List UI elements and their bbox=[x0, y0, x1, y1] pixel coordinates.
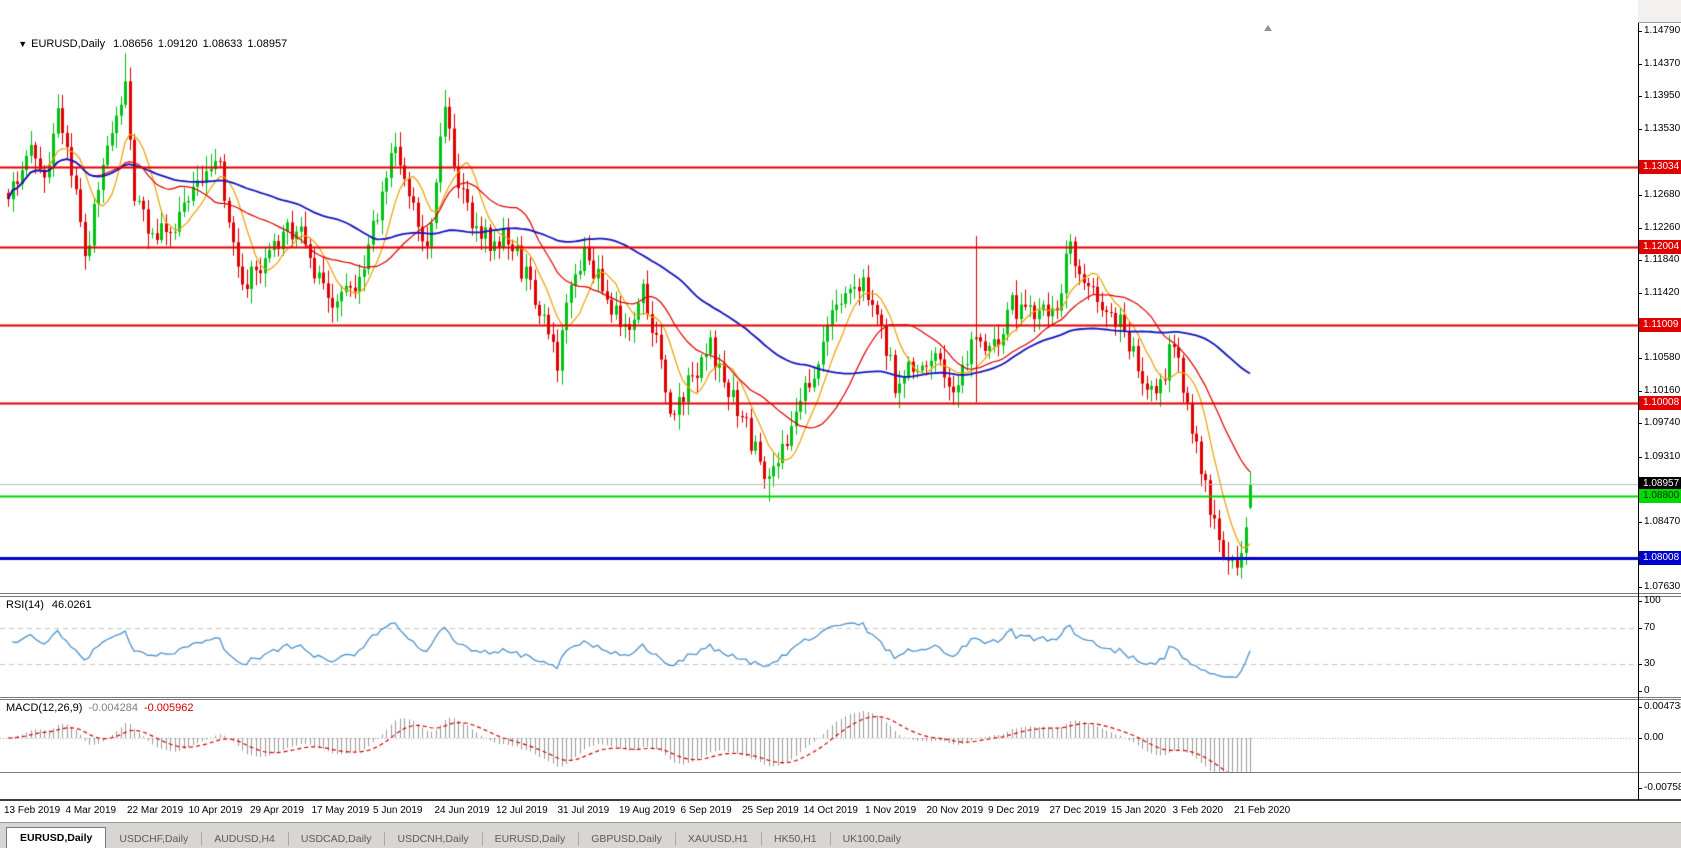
date-label: 13 Feb 2019 bbox=[4, 805, 61, 816]
chart-dropdown-icon[interactable]: ▼ bbox=[18, 39, 27, 49]
axis-tick-mark bbox=[1638, 63, 1642, 65]
date-label: 6 Sep 2019 bbox=[680, 805, 732, 816]
axis-tick-mark bbox=[1638, 260, 1642, 262]
chart-tab-usdcad-daily[interactable]: USDCAD,Daily bbox=[287, 829, 385, 848]
axis-tick-mark bbox=[1638, 292, 1642, 294]
axis-tick-mark bbox=[1638, 227, 1642, 229]
macd-panel-bottom-border bbox=[0, 772, 1681, 773]
date-label: 1 Nov 2019 bbox=[865, 805, 917, 816]
price-level-badge: 1.08800 bbox=[1639, 489, 1681, 504]
rsi-name: RSI(14) bbox=[6, 599, 44, 611]
axis-tick-mark bbox=[1638, 456, 1642, 458]
date-label: 10 Apr 2019 bbox=[188, 805, 243, 816]
panel-splitter-rsi-macd[interactable] bbox=[0, 697, 1681, 698]
date-label: 24 Jun 2019 bbox=[434, 805, 490, 816]
price-level-badge: 1.11009 bbox=[1639, 317, 1681, 332]
panel-splitter-main-rsi[interactable] bbox=[0, 593, 1681, 594]
chart-shift-marker[interactable] bbox=[1264, 25, 1272, 31]
date-label: 31 Jul 2019 bbox=[557, 805, 610, 816]
axis-tick-mark bbox=[1638, 601, 1642, 602]
price-level-badge: 1.10008 bbox=[1639, 395, 1681, 410]
date-label: 25 Sep 2019 bbox=[742, 805, 799, 816]
date-label: 15 Jan 2020 bbox=[1111, 805, 1167, 816]
date-label: 21 Feb 2020 bbox=[1234, 805, 1291, 816]
ohlc-low: 1.08633 bbox=[202, 38, 243, 50]
axis-tick-mark bbox=[1638, 707, 1642, 708]
chart-tab-xauusd-h1[interactable]: XAUUSD,H1 bbox=[674, 829, 761, 848]
axis-tick-mark bbox=[1638, 587, 1642, 589]
chart-tab-gbpusd-daily[interactable]: GBPUSD,Daily bbox=[578, 829, 675, 848]
trading-terminal-window: T ⇅ ▾ M1M5M15M30H1H4D1W1MN ▼EURUSD,Daily… bbox=[0, 0, 1681, 848]
date-axis[interactable]: 13 Feb 2019 4 Mar 2019 22 Mar 2019 10 Apr 2… bbox=[0, 801, 1681, 822]
chart-tab-eurusd-daily[interactable]: EURUSD,Daily bbox=[481, 829, 579, 848]
chart-tab-audusd-h4[interactable]: AUDUSD,H4 bbox=[201, 829, 288, 848]
axis-tick-mark bbox=[1638, 691, 1642, 692]
panel-splitter-main-rsi-2 bbox=[0, 596, 1681, 597]
chart-tab-hk50-h1[interactable]: HK50,H1 bbox=[760, 829, 830, 848]
date-label: 19 Aug 2019 bbox=[619, 805, 676, 816]
chart-tab-usdchf-daily[interactable]: USDCHF,Daily bbox=[106, 829, 201, 848]
rsi-indicator-label: RSI(14) 46.0261 bbox=[6, 599, 92, 611]
price-chart-canvas[interactable] bbox=[0, 0, 1638, 800]
chart-tab-bar: EURUSD,Daily USDCHF,Daily AUDUSD,H4 USDCAD,… bbox=[0, 822, 1681, 848]
price-level-badge: 1.12004 bbox=[1639, 240, 1681, 255]
axis-tick-mark bbox=[1638, 423, 1642, 425]
macd-main-value: -0.004284 bbox=[88, 702, 138, 714]
chart-title: ▼ EURUSD,Daily 1.08656 1.09120 1.08633 1.0895… bbox=[6, 26, 287, 62]
date-label: 5 Jun 2019 bbox=[373, 805, 423, 816]
axis-tick-mark bbox=[1638, 788, 1642, 789]
axis-tick-mark bbox=[1638, 194, 1642, 196]
price-axis[interactable]: 1.14790 1.14370 1.13950 1.13530 1.12680 1.122… bbox=[1638, 23, 1681, 800]
date-label: 12 Jul 2019 bbox=[496, 805, 548, 816]
macd-name: MACD(12,26,9) bbox=[6, 702, 83, 714]
symbol-period-label: EURUSD,Daily bbox=[31, 38, 106, 50]
date-label: 20 Nov 2019 bbox=[926, 805, 984, 816]
macd-indicator-label: MACD(12,26,9) -0.004284 -0.005962 bbox=[6, 702, 194, 714]
axis-tick-mark bbox=[1638, 31, 1642, 32]
chart-tab-usdcnh-daily[interactable]: USDCNH,Daily bbox=[384, 829, 481, 848]
ohlc-high: 1.09120 bbox=[157, 38, 198, 50]
date-label: 9 Dec 2019 bbox=[988, 805, 1040, 816]
date-label: 22 Mar 2019 bbox=[127, 805, 184, 816]
rsi-value: 46.0261 bbox=[51, 599, 92, 611]
date-label: 27 Dec 2019 bbox=[1049, 805, 1107, 816]
axis-tick-mark bbox=[1638, 738, 1642, 739]
axis-tick-mark bbox=[1638, 358, 1642, 360]
panel-splitter-rsi-macd-2 bbox=[0, 699, 1681, 700]
axis-tick-mark bbox=[1638, 390, 1642, 392]
axis-tick-mark bbox=[1638, 96, 1642, 98]
date-label: 3 Feb 2020 bbox=[1172, 805, 1224, 816]
ohlc-open: 1.08656 bbox=[113, 38, 153, 50]
date-label: 29 Apr 2019 bbox=[250, 805, 304, 816]
date-label: 17 May 2019 bbox=[311, 805, 370, 816]
macd-signal-value: -0.005962 bbox=[143, 702, 194, 714]
date-label: 14 Oct 2019 bbox=[803, 805, 858, 816]
price-level-badge: 1.08008 bbox=[1639, 550, 1681, 565]
chart-tab-eurusd-daily[interactable]: EURUSD,Daily bbox=[6, 827, 107, 848]
axis-tick-mark bbox=[1638, 522, 1642, 524]
chart-tab-uk100-daily[interactable]: UK100,Daily bbox=[829, 829, 914, 848]
ohlc-close: 1.08957 bbox=[247, 38, 288, 50]
axis-tick-mark bbox=[1638, 128, 1642, 130]
axis-tick-mark bbox=[1638, 664, 1642, 665]
date-label: 4 Mar 2019 bbox=[65, 805, 117, 816]
price-level-badge: 1.13034 bbox=[1639, 160, 1681, 175]
axis-tick-mark bbox=[1638, 628, 1642, 629]
